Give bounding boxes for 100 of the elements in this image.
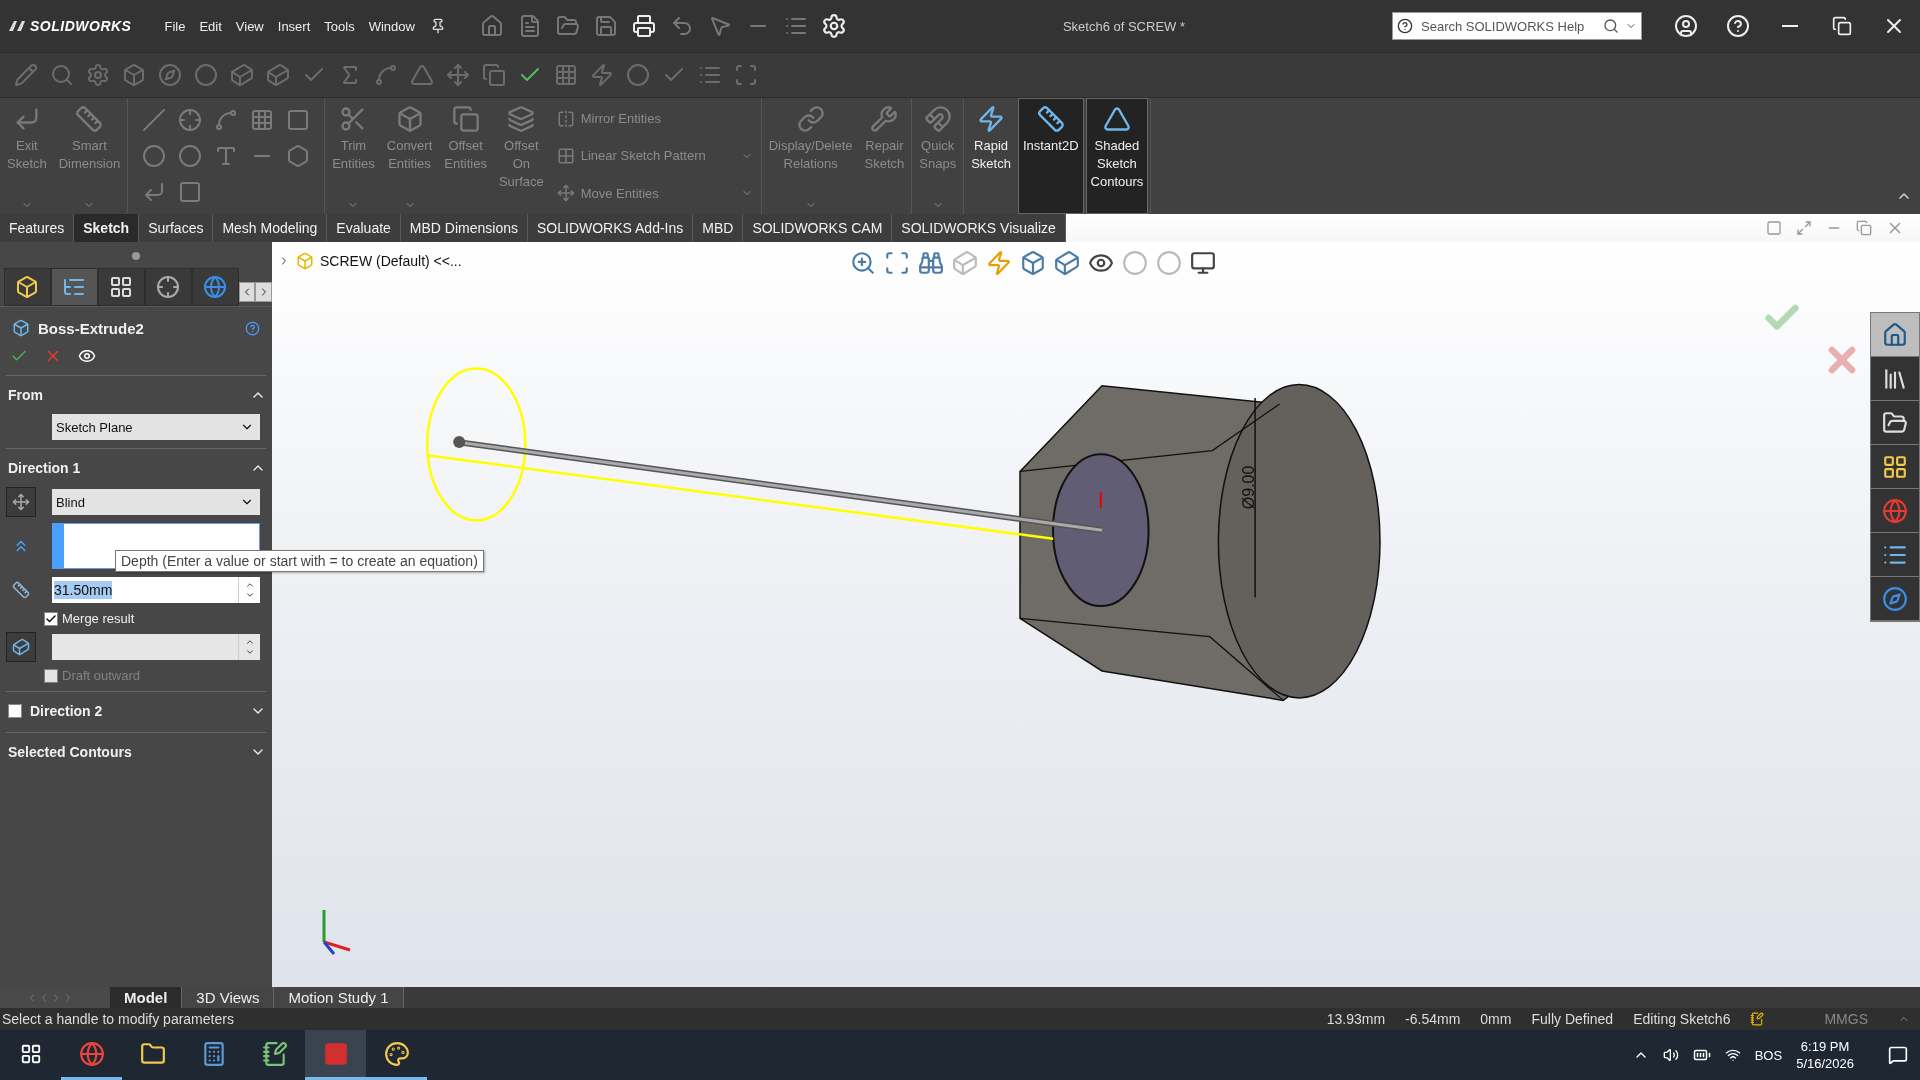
wrench-icon [870,105,899,133]
move-arrows-icon [556,184,575,203]
end-condition-select[interactable]: Blind [52,489,260,515]
ribbon-button[interactable]: Rapid Sketch [966,98,1016,214]
status-reading: -6.54mm [1405,1011,1461,1027]
status-message: Select a handle to modify parameters [2,1011,235,1027]
box-icon [12,638,30,656]
part-icon [15,275,40,299]
arrows-icon [12,493,30,511]
spinner-arrows[interactable] [238,577,260,603]
speaker-icon[interactable] [1662,1047,1679,1063]
grip-handle[interactable] [132,252,140,260]
zoom-area-icon[interactable] [884,250,910,276]
notification-icon[interactable] [1888,1045,1908,1065]
search-field[interactable]: Search SOLIDWORKS Help [1392,12,1642,40]
language-indicator[interactable]: BOS [1754,1047,1783,1063]
notepad-icon [261,1040,288,1067]
ruler-icon [75,105,104,133]
checkbox[interactable] [8,704,22,718]
reverse-direction-button[interactable] [6,487,36,517]
spinner-arrows[interactable] [238,634,260,660]
sphere-icon [1882,497,1908,524]
units-label[interactable]: MMGS [1824,1011,1868,1027]
expand-icon[interactable] [1796,220,1812,236]
bottom-tab[interactable]: Model [110,987,183,1008]
checkbox-label: Merge result [62,611,135,626]
checkbox[interactable] [44,611,58,626]
box-icon[interactable] [1054,250,1080,276]
draft-field[interactable] [52,634,238,660]
panel-tab[interactable] [191,268,239,306]
depth-field[interactable]: 31.50mm [52,577,238,603]
ribbon-button[interactable]: Shaded Sketch Contours [1085,98,1149,214]
monitor-icon[interactable] [1190,250,1216,276]
ruler-icon [1036,105,1065,133]
lightning-icon[interactable] [986,250,1012,276]
section-title: Direction 2 [30,703,104,719]
grid-icon [556,147,575,165]
grid-icon [1882,453,1908,480]
taskbar-app[interactable] [305,1030,366,1080]
checkbox-label: Draft outward [62,668,141,683]
square-icon [322,1040,349,1067]
tile-icon[interactable] [1766,220,1782,236]
compass-icon [1882,585,1908,612]
search-icon [1603,18,1619,34]
bottom-tab[interactable]: Motion Study 1 [274,987,404,1008]
folder-icon [139,1040,166,1067]
task-pane-tab[interactable] [1871,577,1919,621]
cube-icon [12,319,30,337]
panel-tab[interactable] [4,268,51,306]
mirror-icon [556,109,575,128]
globe-icon [78,1040,105,1067]
tooltip: Depth (Enter a value or start with = to create an equation) [115,550,484,572]
menu-item[interactable]: Tools [317,12,362,40]
menu-item[interactable]: Edit [192,12,229,40]
wifi-icon[interactable] [1724,1047,1741,1063]
restore-icon[interactable] [1856,220,1872,236]
menu-item[interactable]: File [157,12,193,40]
menu-item[interactable]: View [228,12,271,40]
status-reading: Editing Sketch6 [1633,1011,1731,1027]
start-select[interactable]: Sketch Plane [52,414,260,440]
panel-tab[interactable] [97,268,145,306]
folder-icon [1882,409,1908,436]
logo-icon [8,19,26,33]
cube-icon[interactable] [1020,250,1046,276]
menu-item[interactable]: Window [361,12,422,40]
notepad-icon[interactable] [1750,1012,1765,1026]
eye-icon[interactable] [78,347,96,365]
restore-icon [1832,16,1852,36]
triangle-icon [1102,105,1131,133]
bottom-tab[interactable]: 3D Views [182,987,275,1008]
section-title: From [8,387,44,403]
help-icon[interactable] [245,320,260,336]
task-pane-tab[interactable] [1871,313,1919,357]
tree-root-label[interactable]: SCREW (Default) <<... [320,253,462,269]
layers-icon [507,105,536,133]
panel-title: Boss-Extrude2 [38,319,145,337]
home-icon [1882,321,1908,348]
binoculars-icon[interactable] [918,250,944,276]
section-title: Direction 1 [8,460,82,476]
axis-triad-drawing [322,910,351,955]
sphere-icon[interactable] [1122,250,1148,276]
task-pane-tab[interactable] [1871,445,1919,489]
command-tab[interactable]: Sketch [74,214,140,242]
task-pane-tab[interactable] [1871,357,1919,401]
status-reading: 13.93mm [1326,1011,1386,1027]
draft-button[interactable] [6,632,36,662]
task-pane-tab[interactable] [1871,401,1919,445]
ribbon-button[interactable]: Instant2D [1017,98,1084,214]
help-icon [1726,14,1750,38]
sphere-icon[interactable] [1156,250,1182,276]
zoom-icon[interactable] [850,250,876,276]
clock[interactable]: 6:19 PM 5/16/2026 [1796,1038,1854,1072]
crosshair-icon [156,275,181,299]
panel-tab[interactable] [50,268,98,306]
panel-tab[interactable] [144,268,192,306]
windows-logo-icon [19,1042,42,1065]
status-reading: 0mm [1480,1011,1512,1027]
menu-item[interactable]: Insert [270,12,318,40]
cube-icon [395,105,424,133]
task-pane-tab[interactable] [1871,533,1919,577]
